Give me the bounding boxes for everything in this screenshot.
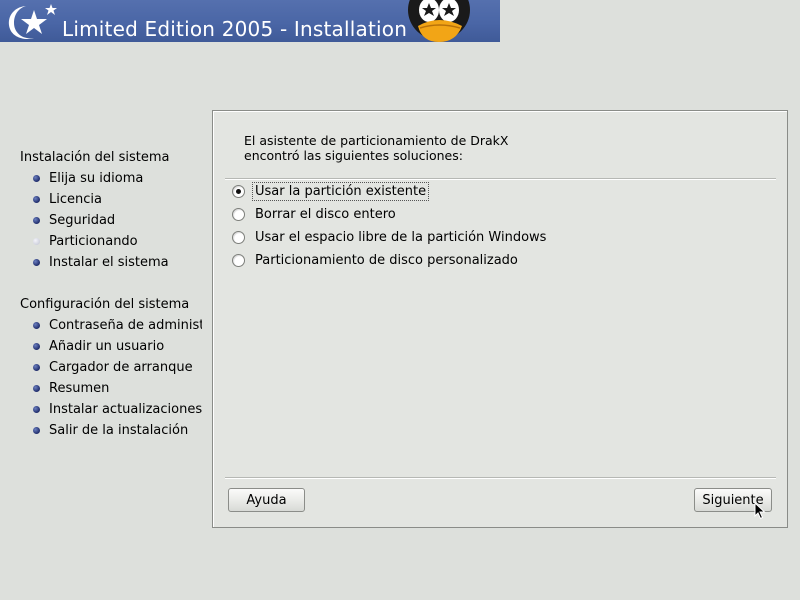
step-bullet-icon — [33, 406, 40, 413]
step-label: Contraseña de administi — [49, 318, 202, 333]
current-step-bullet-icon — [33, 238, 40, 245]
step-label: Añadir un usuario — [49, 339, 165, 354]
penguin-mascot-icon — [408, 0, 470, 42]
step-summary: Resumen — [33, 378, 202, 399]
installer-banner: Limited Edition 2005 - Installation — [0, 0, 500, 42]
step-label: Elija su idioma — [49, 171, 144, 186]
section-title-system-config: Configuración del sistema — [20, 297, 190, 312]
mouse-pointer-icon — [754, 502, 766, 520]
step-label: Particionando — [49, 234, 138, 249]
step-add-user: Añadir un usuario — [33, 336, 202, 357]
step-bullet-icon — [33, 259, 40, 266]
option-erase-entire-disk[interactable]: Borrar el disco entero — [232, 204, 399, 224]
radio-button-icon[interactable] — [232, 230, 245, 244]
step-label: Salir de la instalación — [49, 423, 189, 438]
radio-button-checked-icon[interactable] — [232, 184, 245, 198]
option-custom-partitioning[interactable]: Particionamiento de disco personalizado — [232, 250, 521, 270]
step-bootloader: Cargador de arranque — [33, 357, 202, 378]
option-use-existing-partition[interactable]: Usar la partición existente — [232, 181, 430, 201]
step-security: Seguridad — [33, 210, 202, 231]
option-label: Usar el espacio libre de la partición Wi… — [255, 229, 547, 245]
step-license: Licencia — [33, 189, 202, 210]
step-bullet-icon — [33, 196, 40, 203]
radio-button-icon[interactable] — [232, 207, 245, 221]
step-partitioning: Particionando — [33, 231, 202, 252]
step-bullet-icon — [33, 364, 40, 371]
step-install-system: Instalar el sistema — [33, 252, 202, 273]
step-label: Licencia — [49, 192, 102, 207]
bottom-separator — [225, 477, 776, 479]
step-label: Cargador de arranque — [49, 360, 193, 375]
section-title-system-install: Instalación del sistema — [20, 150, 170, 165]
top-separator — [225, 178, 776, 180]
step-language: Elija su idioma — [33, 168, 202, 189]
step-bullet-icon — [33, 343, 40, 350]
steps-sidebar: Instalación del sistema Elija su idioma … — [0, 148, 202, 448]
intro-line-1: El asistente de particionamiento de Drak… — [244, 133, 509, 148]
step-bullet-icon — [33, 385, 40, 392]
step-label: Instalar actualizaciones — [49, 402, 202, 417]
step-label: Seguridad — [49, 213, 116, 228]
option-label: Borrar el disco entero — [255, 206, 396, 222]
help-button[interactable]: Ayuda — [228, 488, 305, 512]
step-admin-password: Contraseña de administi — [33, 315, 202, 336]
step-bullet-icon — [33, 175, 40, 182]
step-install-updates: Instalar actualizaciones — [33, 399, 202, 420]
option-label: Particionamiento de disco personalizado — [255, 252, 518, 268]
step-bullet-icon — [33, 217, 40, 224]
radio-button-icon[interactable] — [232, 253, 245, 267]
banner-title: Limited Edition 2005 - Installation — [62, 17, 408, 41]
partitioning-panel: El asistente de particionamiento de Drak… — [212, 110, 788, 528]
step-label: Resumen — [49, 381, 110, 396]
intro-line-2: encontró las siguientes soluciones: — [244, 148, 463, 163]
step-bullet-icon — [33, 427, 40, 434]
intro-text: El asistente de particionamiento de Drak… — [244, 133, 508, 163]
star-logo-icon — [8, 4, 57, 39]
option-use-windows-free-space[interactable]: Usar el espacio libre de la partición Wi… — [232, 227, 549, 247]
step-exit-install: Salir de la instalación — [33, 420, 202, 441]
option-label: Usar la partición existente — [252, 181, 430, 201]
step-bullet-icon — [33, 322, 40, 329]
step-label: Instalar el sistema — [49, 255, 169, 270]
